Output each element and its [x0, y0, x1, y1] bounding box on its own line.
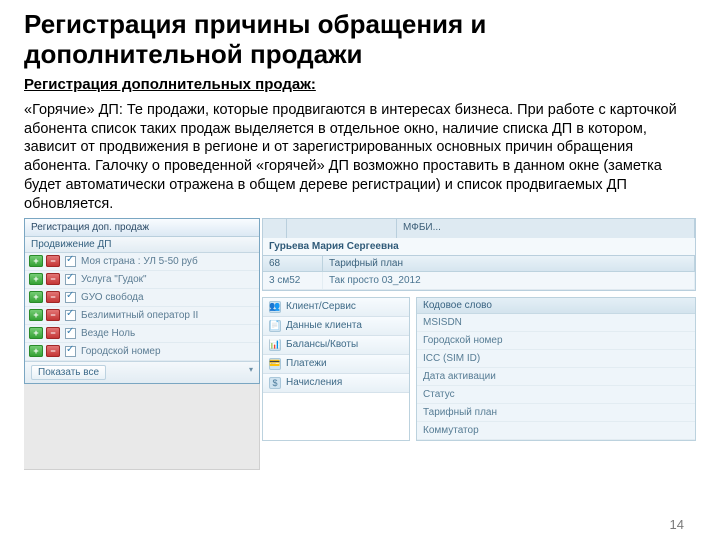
chart-icon: 📊 — [269, 339, 281, 351]
subscriber-card-panel: МФБИ... Гурьева Мария Сергеевна 68 Тариф… — [262, 218, 696, 470]
dollar-icon: $ — [269, 377, 281, 389]
list-item: + − Моя страна : УЛ 5-50 руб — [25, 253, 259, 271]
accordion-label: Платежи — [286, 358, 327, 369]
accordion-label: Начисления — [286, 377, 342, 388]
minus-icon[interactable]: − — [46, 309, 60, 321]
checkbox[interactable] — [65, 256, 76, 267]
minus-icon[interactable]: − — [46, 255, 60, 267]
page-title: Регистрация причины обращения и дополнит… — [24, 10, 696, 70]
dp-window: Регистрация доп. продаж Продвижение ДП +… — [24, 218, 260, 384]
subscriber-name: Гурьева Мария Сергеевна — [262, 238, 696, 256]
plus-icon[interactable]: + — [29, 255, 43, 267]
minus-icon[interactable]: − — [46, 273, 60, 285]
plus-icon[interactable]: + — [29, 327, 43, 339]
accordion-label: Балансы/Квоты — [286, 339, 358, 350]
minus-icon[interactable]: − — [46, 327, 60, 339]
accordion-item[interactable]: 📊 Балансы/Квоты — [263, 336, 409, 355]
grid-header: Продвижение ДП — [25, 237, 259, 253]
tab-bar: МФБИ... — [262, 218, 696, 238]
people-icon: 👥 — [269, 301, 281, 313]
plus-icon[interactable]: + — [29, 291, 43, 303]
detail-grid: 68 Тарифный план 3 см52 Так просто 03_20… — [262, 256, 696, 291]
accordion-label: Клиент/Сервис — [286, 301, 356, 312]
detail-head-cell: 68 — [263, 256, 323, 271]
page-number: 14 — [670, 517, 684, 532]
detail-cell: Так просто 03_2012 — [323, 272, 695, 289]
dp-rows: + − Моя страна : УЛ 5-50 руб + − Услуга … — [25, 253, 259, 361]
detail-head-cell: Тарифный план — [323, 256, 695, 271]
screenshot-composite: Регистрация доп. продаж Продвижение ДП +… — [24, 218, 696, 470]
list-item: + − Городской номер — [25, 343, 259, 361]
accordion-item[interactable]: 📄 Данные клиента — [263, 317, 409, 336]
row-label: Везде Ноль — [81, 328, 135, 339]
info-row: Коммутатор — [417, 422, 695, 440]
info-row: Статус — [417, 386, 695, 404]
show-all-button[interactable]: Показать все — [31, 365, 106, 380]
minus-icon[interactable]: − — [46, 291, 60, 303]
window-title: Регистрация доп. продаж — [25, 219, 259, 237]
accordion-nav: 👥 Клиент/Сервис 📄 Данные клиента 📊 Балансы/… — [262, 297, 410, 441]
checkbox[interactable] — [65, 328, 76, 339]
list-item: + − GУО свобода — [25, 289, 259, 307]
row-label: Городской номер — [81, 346, 161, 357]
plus-icon[interactable]: + — [29, 273, 43, 285]
checkbox[interactable] — [65, 310, 76, 321]
row-label: Услуга "Гудок" — [81, 274, 147, 285]
accordion-item[interactable]: 💳 Платежи — [263, 355, 409, 374]
info-row: Тарифный план — [417, 404, 695, 422]
list-item: + − Везде Ноль — [25, 325, 259, 343]
minus-icon[interactable]: − — [46, 345, 60, 357]
info-list-header: Кодовое слово — [417, 298, 695, 314]
tab-segment[interactable]: МФБИ... — [397, 219, 695, 238]
body-paragraph: «Горячие» ДП: Те продажи, которые продви… — [24, 101, 696, 214]
subtitle: Регистрация дополнительных продаж: — [24, 76, 696, 93]
checkbox[interactable] — [65, 346, 76, 357]
accordion-item[interactable]: 👥 Клиент/Сервис — [263, 298, 409, 317]
info-row: MSISDN — [417, 314, 695, 332]
plus-icon[interactable]: + — [29, 345, 43, 357]
chevron-down-icon[interactable]: ▾ — [249, 365, 253, 380]
detail-cell: 3 см52 — [263, 272, 323, 289]
tab-segment[interactable] — [263, 219, 287, 238]
accordion-label: Данные клиента — [286, 320, 362, 331]
empty-gray-panel — [24, 384, 260, 470]
card-icon: 💳 — [269, 358, 281, 370]
row-label: GУО свобода — [81, 292, 144, 303]
plus-icon[interactable]: + — [29, 309, 43, 321]
row-label: Безлимитный оператор II — [81, 310, 198, 321]
list-item: + − Безлимитный оператор II — [25, 307, 259, 325]
checkbox[interactable] — [65, 292, 76, 303]
info-row: Городской номер — [417, 332, 695, 350]
row-label: Моя страна : УЛ 5-50 руб — [81, 256, 198, 267]
document-icon: 📄 — [269, 320, 281, 332]
info-list: Кодовое слово MSISDN Городской номер ICC… — [416, 297, 696, 441]
info-row: ICC (SIM ID) — [417, 350, 695, 368]
window-footer: Показать все ▾ — [25, 361, 259, 383]
tab-segment[interactable] — [287, 219, 397, 238]
info-row: Дата активации — [417, 368, 695, 386]
checkbox[interactable] — [65, 274, 76, 285]
list-item: + − Услуга "Гудок" — [25, 271, 259, 289]
accordion-item[interactable]: $ Начисления — [263, 374, 409, 393]
